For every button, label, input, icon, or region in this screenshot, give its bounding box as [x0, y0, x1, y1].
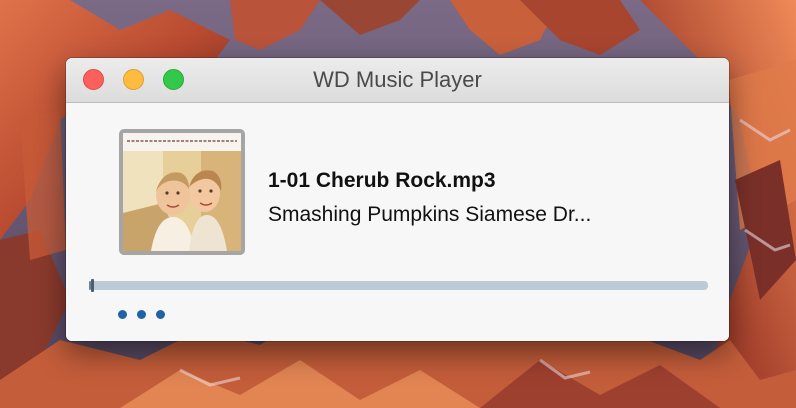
ellipsis-icon: [118, 310, 127, 319]
ellipsis-icon: [137, 310, 146, 319]
ellipsis-icon: [156, 310, 165, 319]
more-options-button[interactable]: [116, 306, 170, 322]
music-player-window[interactable]: WD Music Player 1-01 Cherub Rock.mp3 Sma…: [66, 58, 729, 341]
album-cover-image: [123, 133, 241, 251]
playback-progress-bar[interactable]: [89, 281, 708, 290]
window-titlebar[interactable]: WD Music Player: [66, 58, 729, 103]
player-content: 1-01 Cherub Rock.mp3 Smashing Pumpkins S…: [66, 103, 729, 341]
playback-scrubber-handle[interactable]: [90, 279, 94, 292]
window-title: WD Music Player: [313, 67, 482, 92]
album-art-frame[interactable]: [119, 129, 245, 255]
track-artist-album: Smashing Pumpkins Siamese Dr...: [268, 203, 592, 226]
track-title: 1-01 Cherub Rock.mp3: [268, 169, 496, 192]
